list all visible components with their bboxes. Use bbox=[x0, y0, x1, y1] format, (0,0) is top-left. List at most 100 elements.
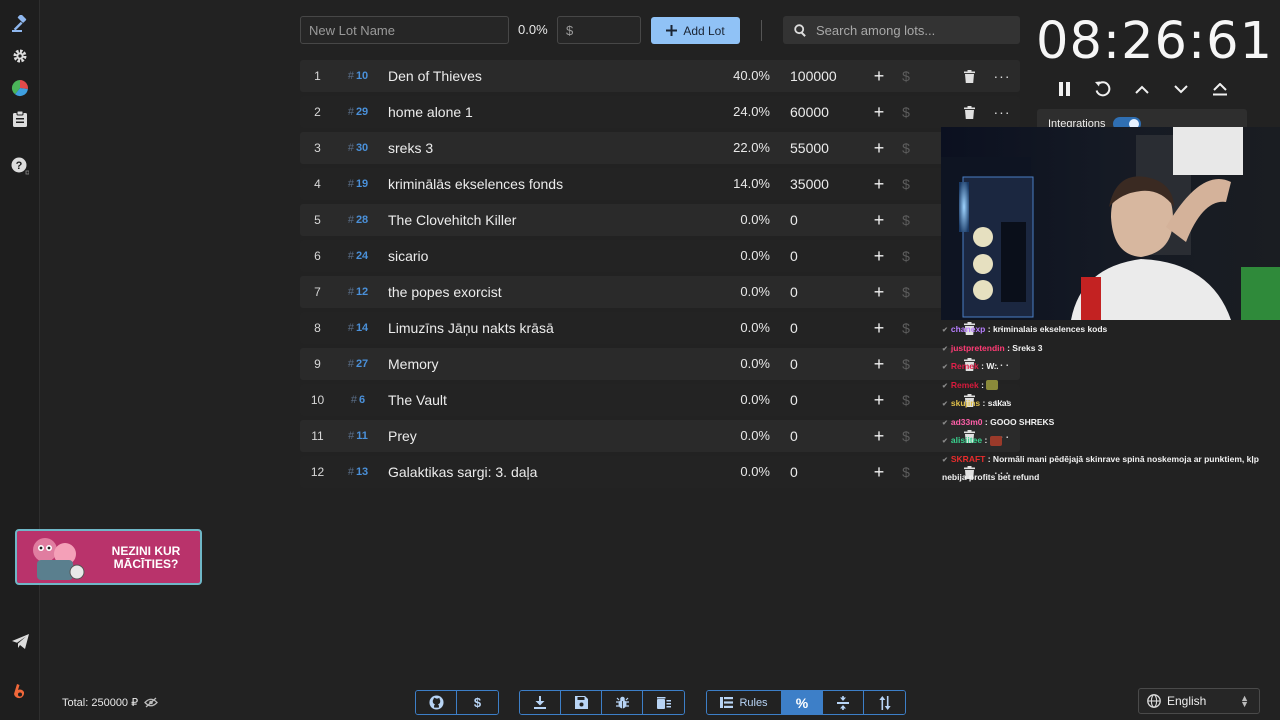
lot-amount[interactable]: 0 bbox=[790, 204, 870, 236]
add-amount-button[interactable]: + bbox=[870, 348, 888, 380]
lot-row[interactable]: 11 #11 Prey 0.0% 0 + $ ··· bbox=[300, 420, 1020, 452]
lot-name[interactable]: The Vault bbox=[388, 384, 718, 416]
github-button[interactable] bbox=[416, 691, 457, 714]
add-amount-button[interactable]: + bbox=[870, 240, 888, 272]
add-amount-button[interactable]: + bbox=[870, 456, 888, 488]
lot-name[interactable]: kriminālās ekselences fonds bbox=[388, 168, 718, 200]
lot-row[interactable]: 1 #10 Den of Thieves 40.0% 100000 + $ ··· bbox=[300, 60, 1020, 92]
reset-icon[interactable] bbox=[1092, 78, 1114, 100]
lot-row[interactable]: 12 #13 Galaktikas sargi: 3. daļa 0.0% 0 + $ ··· bbox=[300, 456, 1020, 488]
lot-row[interactable]: 6#24sicario0.0%0+$··· bbox=[300, 240, 1020, 272]
pie-chart-icon[interactable] bbox=[8, 76, 32, 100]
rules-button[interactable]: Rules bbox=[707, 691, 782, 714]
language-select[interactable]: English ▲ ▼ bbox=[1138, 688, 1260, 714]
add-amount-button[interactable]: + bbox=[870, 132, 888, 164]
search-box[interactable] bbox=[783, 16, 1020, 44]
lot-name[interactable]: home alone 1 bbox=[388, 96, 718, 128]
dollar-icon[interactable]: $ bbox=[898, 132, 914, 164]
lot-name[interactable]: sicario bbox=[388, 240, 718, 272]
telegram-icon[interactable] bbox=[8, 629, 32, 653]
compact-view-button[interactable] bbox=[823, 691, 864, 714]
new-lot-name-input[interactable] bbox=[300, 16, 509, 44]
add-amount-button[interactable]: + bbox=[870, 168, 888, 200]
lot-name[interactable]: Galaktikas sargi: 3. daļa bbox=[388, 456, 718, 488]
eye-slash-icon[interactable] bbox=[144, 697, 158, 708]
lot-name[interactable]: Den of Thieves bbox=[388, 60, 718, 92]
lot-id[interactable]: #14 bbox=[338, 312, 378, 344]
add-amount-button[interactable]: + bbox=[870, 276, 888, 308]
trash-icon[interactable] bbox=[960, 96, 978, 128]
trash-icon[interactable] bbox=[960, 60, 978, 92]
lot-name[interactable]: sreks 3 bbox=[388, 132, 718, 164]
lot-row[interactable]: 2 #29 home alone 1 24.0% 60000 + $ ··· bbox=[300, 96, 1020, 128]
add-amount-button[interactable]: + bbox=[870, 96, 888, 128]
dollar-icon[interactable]: $ bbox=[898, 60, 914, 92]
add-amount-button[interactable]: + bbox=[870, 420, 888, 452]
clear-list-button[interactable] bbox=[643, 691, 684, 714]
lot-name[interactable]: The Clovehitch Killer bbox=[388, 204, 718, 236]
boosty-icon[interactable] bbox=[8, 680, 32, 704]
lot-amount[interactable]: 35000 bbox=[790, 168, 870, 200]
lot-id[interactable]: #6 bbox=[338, 384, 378, 416]
dollar-icon[interactable]: $ bbox=[898, 456, 914, 488]
lot-amount[interactable]: 0 bbox=[790, 384, 870, 416]
lot-amount[interactable]: 100000 bbox=[790, 60, 870, 92]
donate-button[interactable]: $ bbox=[457, 691, 498, 714]
new-lot-amount-input[interactable] bbox=[557, 16, 641, 44]
dollar-icon[interactable]: $ bbox=[898, 348, 914, 380]
lot-name[interactable]: Prey bbox=[388, 420, 718, 452]
lot-amount[interactable]: 55000 bbox=[790, 132, 870, 164]
chevron-up-icon[interactable] bbox=[1131, 78, 1153, 100]
lot-id[interactable]: #10 bbox=[338, 60, 378, 92]
add-amount-button[interactable]: + bbox=[870, 204, 888, 236]
lot-name[interactable]: Limuzīns Jāņu nakts krāsā bbox=[388, 312, 718, 344]
search-input[interactable] bbox=[816, 22, 1006, 38]
dollar-icon[interactable]: $ bbox=[898, 204, 914, 236]
add-amount-button[interactable]: + bbox=[870, 384, 888, 416]
more-options-icon[interactable]: ··· bbox=[992, 60, 1012, 92]
lot-row[interactable]: 8 #14 Limuzīns Jāņu nakts krāsā 0.0% 0 + $ ··· bbox=[300, 312, 1020, 344]
dollar-icon[interactable]: $ bbox=[898, 420, 914, 452]
lot-amount[interactable]: 60000 bbox=[790, 96, 870, 128]
lot-row[interactable]: 10 #6 The Vault 0.0% 0 + $ ··· bbox=[300, 384, 1020, 416]
dollar-icon[interactable]: $ bbox=[898, 276, 914, 308]
download-button[interactable] bbox=[520, 691, 561, 714]
dollar-icon[interactable]: $ bbox=[898, 168, 914, 200]
lot-amount[interactable]: 0 bbox=[790, 348, 870, 380]
lot-id[interactable]: #13 bbox=[338, 456, 378, 488]
dollar-icon[interactable]: $ bbox=[898, 240, 914, 272]
chevron-down-icon[interactable] bbox=[1170, 78, 1192, 100]
lot-amount[interactable]: 0 bbox=[790, 420, 870, 452]
eject-icon[interactable] bbox=[1209, 78, 1231, 100]
lot-id[interactable]: #30 bbox=[338, 132, 378, 164]
gavel-icon[interactable] bbox=[8, 12, 32, 36]
add-amount-button[interactable]: + bbox=[870, 312, 888, 344]
lot-row[interactable]: 9 #27 Memory 0.0% 0 + $ ··· bbox=[300, 348, 1020, 380]
percent-toggle-button[interactable]: % bbox=[782, 691, 823, 714]
save-button[interactable] bbox=[561, 691, 602, 714]
promo-banner[interactable]: NEZINI KUR MĀCĪTIES? bbox=[15, 529, 202, 585]
gear-icon[interactable] bbox=[8, 44, 32, 68]
lot-amount[interactable]: 0 bbox=[790, 276, 870, 308]
lot-row[interactable]: 3#30sreks 322.0%55000+$··· bbox=[300, 132, 1020, 164]
more-options-icon[interactable]: ··· bbox=[992, 96, 1012, 128]
dollar-icon[interactable]: $ bbox=[898, 384, 914, 416]
lot-name[interactable]: the popes exorcist bbox=[388, 276, 718, 308]
lot-id[interactable]: #19 bbox=[338, 168, 378, 200]
help-icon[interactable]: ? bbox=[8, 154, 32, 178]
lot-id[interactable]: #11 bbox=[338, 420, 378, 452]
lot-row[interactable]: 4 #19 kriminālās ekselences fonds 14.0% 3500… bbox=[300, 168, 1020, 200]
lot-name[interactable]: Memory bbox=[388, 348, 718, 380]
pause-icon[interactable] bbox=[1053, 78, 1075, 100]
clipboard-icon[interactable] bbox=[8, 107, 32, 131]
lot-row[interactable]: 5#28The Clovehitch Killer0.0%0+$··· bbox=[300, 204, 1020, 236]
add-amount-button[interactable]: + bbox=[870, 60, 888, 92]
lot-id[interactable]: #29 bbox=[338, 96, 378, 128]
dollar-icon[interactable]: $ bbox=[898, 96, 914, 128]
dollar-icon[interactable]: $ bbox=[898, 312, 914, 344]
lot-id[interactable]: #27 bbox=[338, 348, 378, 380]
lot-amount[interactable]: 0 bbox=[790, 240, 870, 272]
lot-id[interactable]: #28 bbox=[338, 204, 378, 236]
lot-amount[interactable]: 0 bbox=[790, 456, 870, 488]
lot-amount[interactable]: 0 bbox=[790, 312, 870, 344]
